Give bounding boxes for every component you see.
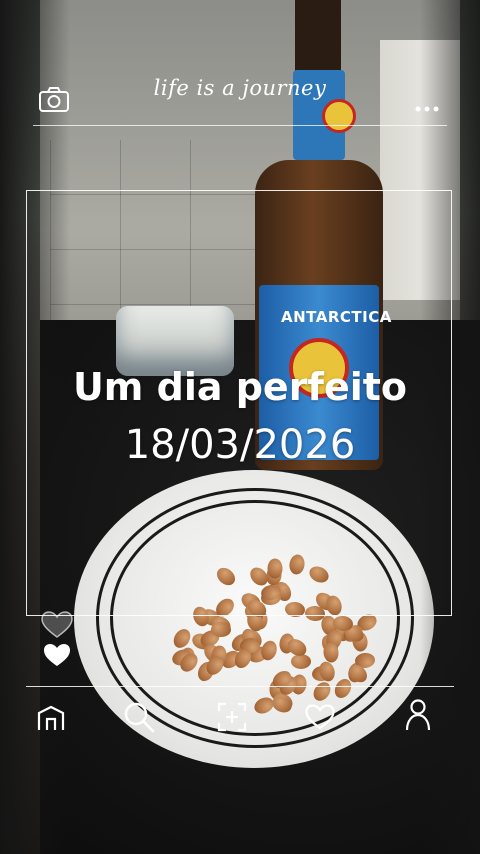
peanut <box>290 653 311 669</box>
app-screen: ANTARCTICA life is a journey Um dia perf… <box>0 0 480 854</box>
header-divider <box>33 125 447 126</box>
brand-title: life is a journey <box>153 76 327 100</box>
profile-icon[interactable] <box>404 698 432 736</box>
heart-icon[interactable] <box>304 703 336 735</box>
search-icon[interactable] <box>122 700 156 738</box>
add-photo-icon[interactable] <box>216 701 248 737</box>
more-dots-icon[interactable] <box>414 98 440 117</box>
bottle-neck-logo <box>322 99 356 133</box>
post-title: Um dia perfeito <box>72 365 408 409</box>
peanut <box>309 679 334 705</box>
peanut <box>170 625 194 651</box>
home-icon[interactable] <box>36 704 66 736</box>
post-date: 18/03/2026 <box>124 422 356 468</box>
camera-icon[interactable] <box>38 86 70 118</box>
heart-filled-icon[interactable] <box>42 642 72 672</box>
footer-divider <box>26 686 454 687</box>
peanut <box>259 638 280 662</box>
heart-outline-icon[interactable] <box>40 610 74 644</box>
bottle-neck <box>295 0 341 80</box>
